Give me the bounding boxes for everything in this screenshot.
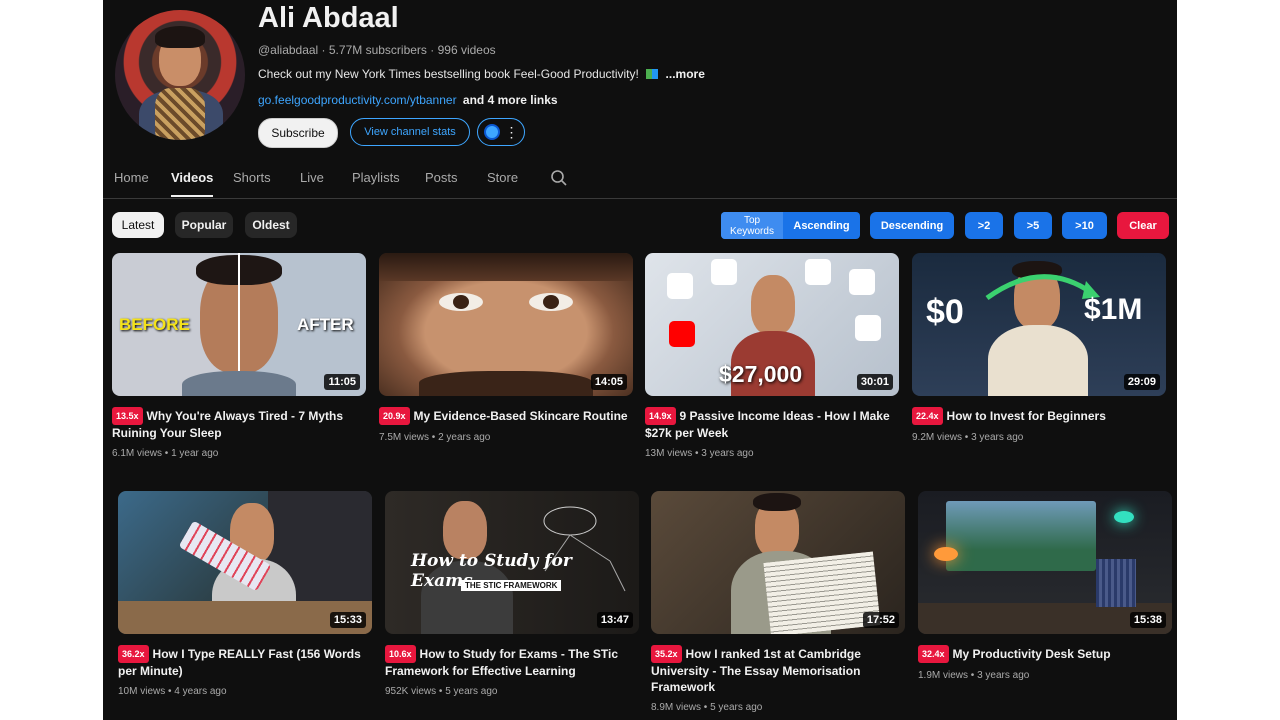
video-title[interactable]: 22.4x How to Invest for Beginners [912, 407, 1166, 425]
search-icon[interactable] [550, 169, 568, 187]
video-meta: 6.1M views • 1 year ago [112, 448, 219, 459]
video-meta: 8.9M views • 5 years ago [651, 702, 763, 713]
thumbnail-text: $0 [926, 293, 964, 331]
video-thumbnail[interactable]: 14:05 [379, 253, 633, 396]
channel-page: Ali Abdaal @aliabdaal · 5.77M subscriber… [103, 0, 1177, 720]
ascending-button[interactable]: Ascending [783, 212, 860, 239]
video-duration: 29:09 [1123, 374, 1160, 390]
filter-latest[interactable]: Latest [112, 212, 164, 238]
video-duration: 30:01 [856, 374, 893, 390]
tab-playlists[interactable]: Playlists [352, 170, 400, 185]
video-title[interactable]: 14.9x 9 Passive Income Ideas - How I Make… [645, 407, 899, 441]
video-duration: 13:47 [596, 612, 633, 628]
outlier-badge: 32.4x [918, 645, 949, 663]
tab-home[interactable]: Home [114, 170, 149, 185]
tab-videos[interactable]: Videos [171, 170, 213, 185]
video-card[interactable]: 15:38 32.4x My Productivity Desk Setup 1.… [918, 491, 1172, 681]
video-card[interactable]: 14:05 20.9x My Evidence-Based Skincare Ro… [379, 253, 633, 443]
outlier-badge: 20.9x [379, 407, 410, 425]
channel-name: Ali Abdaal [258, 2, 399, 34]
tab-live[interactable]: Live [300, 170, 324, 185]
video-meta: 9.2M views • 3 years ago [912, 432, 1024, 443]
more-vert-icon: ⋮ [504, 124, 519, 140]
more-link[interactable]: ...more [666, 67, 705, 81]
tab-shorts[interactable]: Shorts [233, 170, 271, 185]
outlier-badge: 22.4x [912, 407, 943, 425]
video-thumbnail[interactable]: 17:52 [651, 491, 905, 634]
video-thumbnail[interactable]: $0 $1M 29:09 [912, 253, 1166, 396]
extension-icon [483, 124, 500, 140]
video-duration: 15:38 [1129, 612, 1166, 628]
video-duration: 15:33 [329, 612, 366, 628]
video-meta: 10M views • 4 years ago [118, 686, 227, 697]
outlier-badge: 13.5x [112, 407, 143, 425]
filter-gt10-button[interactable]: >10 [1062, 212, 1107, 239]
video-thumbnail[interactable]: BEFORE AFTER 11:05 [112, 253, 366, 396]
video-card[interactable]: BEFORE AFTER 11:05 13.5x Why You're Alway… [112, 253, 366, 459]
video-duration: 17:52 [862, 612, 899, 628]
video-meta: 7.5M views • 2 years ago [379, 432, 491, 443]
video-thumbnail[interactable]: $27,000 30:01 [645, 253, 899, 396]
video-card[interactable]: $27,000 30:01 14.9x 9 Passive Income Idea… [645, 253, 899, 459]
filter-oldest[interactable]: Oldest [245, 212, 297, 238]
filter-gt2-button[interactable]: >2 [965, 212, 1003, 239]
video-title[interactable]: 20.9x My Evidence-Based Skincare Routine [379, 407, 633, 425]
active-tab-indicator [171, 195, 213, 197]
video-title[interactable]: 13.5x Why You're Always Tired - 7 Myths R… [112, 407, 366, 441]
video-title[interactable]: 32.4x My Productivity Desk Setup [918, 645, 1172, 663]
clear-button[interactable]: Clear [1117, 212, 1169, 239]
outlier-badge: 36.2x [118, 645, 149, 663]
video-meta: 1.9M views • 3 years ago [918, 670, 1030, 681]
top-keywords-button[interactable]: Top Keywords [721, 212, 783, 239]
video-card[interactable]: $0 $1M 29:09 22.4x How to Invest for Begi… [912, 253, 1166, 443]
thumbnail-text: $1M [1084, 293, 1143, 326]
extension-button[interactable]: ⋮ [477, 118, 525, 146]
tab-posts[interactable]: Posts [425, 170, 458, 185]
keyword-sort-group: Top Keywords Ascending [721, 212, 860, 239]
filter-gt5-button[interactable]: >5 [1014, 212, 1052, 239]
video-title[interactable]: 10.6x How to Study for Exams - The STic F… [385, 645, 639, 679]
subscribe-button[interactable]: Subscribe [258, 118, 338, 148]
descending-button[interactable]: Descending [870, 212, 954, 239]
book-icon [646, 69, 659, 79]
video-card[interactable]: 17:52 35.2x How I ranked 1st at Cambridge… [651, 491, 905, 713]
view-channel-stats-button[interactable]: View channel stats [350, 118, 470, 146]
outlier-badge: 35.2x [651, 645, 682, 663]
video-meta: 13M views • 3 years ago [645, 448, 754, 459]
video-card[interactable]: How to Study for Exams THE STIC FRAMEWOR… [385, 491, 639, 697]
channel-description[interactable]: Check out my New York Times bestselling … [258, 67, 705, 81]
channel-links: go.feelgoodproductivity.com/ytbanner and… [258, 93, 558, 107]
channel-tabs: Home Videos Shorts Live Playlists Posts … [103, 160, 1177, 199]
outlier-badge: 14.9x [645, 407, 676, 425]
video-thumbnail[interactable]: 15:33 [118, 491, 372, 634]
channel-meta: @aliabdaal · 5.77M subscribers · 996 vid… [258, 43, 496, 57]
thumbnail-text: $27,000 [719, 361, 803, 387]
video-card[interactable]: 15:33 36.2x How I Type REALLY Fast (156 W… [118, 491, 372, 697]
video-title[interactable]: 36.2x How I Type REALLY Fast (156 Words p… [118, 645, 372, 679]
video-duration: 14:05 [590, 374, 627, 390]
channel-link[interactable]: go.feelgoodproductivity.com/ytbanner [258, 93, 457, 107]
outlier-badge: 10.6x [385, 645, 416, 663]
video-title[interactable]: 35.2x How I ranked 1st at Cambridge Unive… [651, 645, 905, 695]
video-thumbnail[interactable]: 15:38 [918, 491, 1172, 634]
tab-store[interactable]: Store [487, 170, 518, 185]
video-duration: 11:05 [324, 374, 360, 390]
thumbnail-text: THE STIC FRAMEWORK [461, 580, 562, 591]
more-links[interactable]: and 4 more links [463, 93, 558, 107]
filter-popular[interactable]: Popular [175, 212, 233, 238]
thumbnail-text: BEFORE [119, 315, 190, 334]
description-text: Check out my New York Times bestselling … [258, 67, 639, 81]
video-thumbnail[interactable]: How to Study for Exams THE STIC FRAMEWOR… [385, 491, 639, 634]
channel-avatar[interactable] [115, 10, 245, 140]
thumbnail-text: AFTER [297, 315, 354, 334]
video-meta: 952K views • 5 years ago [385, 686, 498, 697]
